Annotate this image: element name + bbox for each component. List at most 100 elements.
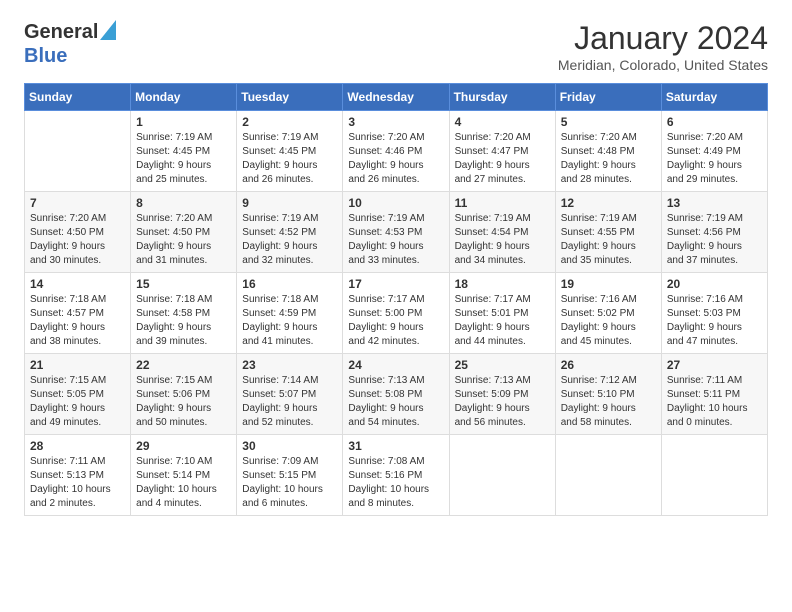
day-number: 2: [242, 115, 337, 129]
day-info: Sunrise: 7:13 AM Sunset: 5:09 PM Dayligh…: [455, 374, 550, 430]
day-info: Sunrise: 7:19 AM Sunset: 4:53 PM Dayligh…: [348, 212, 443, 268]
calendar-cell: 3 Sunrise: 7:20 AM Sunset: 4:46 PM Daylig…: [343, 111, 449, 192]
calendar-cell: [555, 435, 661, 516]
calendar-cell: 7 Sunrise: 7:20 AM Sunset: 4:50 PM Daylig…: [25, 192, 131, 273]
day-number: 17: [348, 277, 443, 291]
day-number: 11: [455, 196, 550, 210]
day-info: Sunrise: 7:11 AM Sunset: 5:11 PM Dayligh…: [667, 374, 762, 430]
day-info: Sunrise: 7:19 AM Sunset: 4:54 PM Dayligh…: [455, 212, 550, 268]
day-number: 9: [242, 196, 337, 210]
title-area: January 2024 Meridian, Colorado, United …: [558, 20, 768, 73]
calendar-cell: 14 Sunrise: 7:18 AM Sunset: 4:57 PM Dayli…: [25, 273, 131, 354]
day-info: Sunrise: 7:19 AM Sunset: 4:45 PM Dayligh…: [242, 131, 337, 187]
day-info: Sunrise: 7:20 AM Sunset: 4:47 PM Dayligh…: [455, 131, 550, 187]
day-info: Sunrise: 7:20 AM Sunset: 4:46 PM Dayligh…: [348, 131, 443, 187]
day-info: Sunrise: 7:17 AM Sunset: 5:00 PM Dayligh…: [348, 293, 443, 349]
day-info: Sunrise: 7:18 AM Sunset: 4:58 PM Dayligh…: [136, 293, 231, 349]
col-saturday: Saturday: [661, 84, 767, 111]
day-number: 19: [561, 277, 656, 291]
calendar-cell: 28 Sunrise: 7:11 AM Sunset: 5:13 PM Dayli…: [25, 435, 131, 516]
table-row: 1Sunrise: 7:19 AM Sunset: 4:45 PM Daylig…: [25, 111, 768, 192]
header-row: Sunday Monday Tuesday Wednesday Thursday…: [25, 84, 768, 111]
day-number: 14: [30, 277, 125, 291]
day-number: 3: [348, 115, 443, 129]
table-row: 14 Sunrise: 7:18 AM Sunset: 4:57 PM Dayli…: [25, 273, 768, 354]
day-info: Sunrise: 7:08 AM Sunset: 5:16 PM Dayligh…: [348, 455, 443, 511]
day-info: Sunrise: 7:16 AM Sunset: 5:03 PM Dayligh…: [667, 293, 762, 349]
day-number: 4: [455, 115, 550, 129]
day-info: Sunrise: 7:18 AM Sunset: 4:59 PM Dayligh…: [242, 293, 337, 349]
day-number: 24: [348, 358, 443, 372]
calendar-cell: 10Sunrise: 7:19 AM Sunset: 4:53 PM Dayli…: [343, 192, 449, 273]
calendar-cell: [449, 435, 555, 516]
day-info: Sunrise: 7:13 AM Sunset: 5:08 PM Dayligh…: [348, 374, 443, 430]
day-number: 26: [561, 358, 656, 372]
day-info: Sunrise: 7:20 AM Sunset: 4:50 PM Dayligh…: [30, 212, 125, 268]
calendar-cell: 2 Sunrise: 7:19 AM Sunset: 4:45 PM Daylig…: [237, 111, 343, 192]
day-number: 28: [30, 439, 125, 453]
day-number: 6: [667, 115, 762, 129]
day-info: Sunrise: 7:16 AM Sunset: 5:02 PM Dayligh…: [561, 293, 656, 349]
calendar-table: Sunday Monday Tuesday Wednesday Thursday…: [24, 83, 768, 516]
day-number: 22: [136, 358, 231, 372]
day-info: Sunrise: 7:09 AM Sunset: 5:15 PM Dayligh…: [242, 455, 337, 511]
day-number: 27: [667, 358, 762, 372]
day-info: Sunrise: 7:12 AM Sunset: 5:10 PM Dayligh…: [561, 374, 656, 430]
calendar-cell: 25 Sunrise: 7:13 AM Sunset: 5:09 PM Dayli…: [449, 354, 555, 435]
calendar-cell: 12Sunrise: 7:19 AM Sunset: 4:55 PM Dayli…: [555, 192, 661, 273]
calendar-cell: 18 Sunrise: 7:17 AM Sunset: 5:01 PM Dayli…: [449, 273, 555, 354]
day-info: Sunrise: 7:19 AM Sunset: 4:52 PM Dayligh…: [242, 212, 337, 268]
day-info: Sunrise: 7:15 AM Sunset: 5:05 PM Dayligh…: [30, 374, 125, 430]
calendar-cell: 9 Sunrise: 7:19 AM Sunset: 4:52 PM Daylig…: [237, 192, 343, 273]
day-info: Sunrise: 7:15 AM Sunset: 5:06 PM Dayligh…: [136, 374, 231, 430]
day-number: 16: [242, 277, 337, 291]
calendar-cell: 22 Sunrise: 7:15 AM Sunset: 5:06 PM Dayli…: [131, 354, 237, 435]
calendar-cell: 31Sunrise: 7:08 AM Sunset: 5:16 PM Dayli…: [343, 435, 449, 516]
calendar-cell: 13 Sunrise: 7:19 AM Sunset: 4:56 PM Dayli…: [661, 192, 767, 273]
day-number: 13: [667, 196, 762, 210]
day-info: Sunrise: 7:17 AM Sunset: 5:01 PM Dayligh…: [455, 293, 550, 349]
day-info: Sunrise: 7:14 AM Sunset: 5:07 PM Dayligh…: [242, 374, 337, 430]
day-info: Sunrise: 7:20 AM Sunset: 4:49 PM Dayligh…: [667, 131, 762, 187]
day-number: 23: [242, 358, 337, 372]
calendar-cell: 26 Sunrise: 7:12 AM Sunset: 5:10 PM Dayli…: [555, 354, 661, 435]
table-row: 28 Sunrise: 7:11 AM Sunset: 5:13 PM Dayli…: [25, 435, 768, 516]
col-sunday: Sunday: [25, 84, 131, 111]
calendar-cell: 21 Sunrise: 7:15 AM Sunset: 5:05 PM Dayli…: [25, 354, 131, 435]
calendar-cell: [25, 111, 131, 192]
day-number: 7: [30, 196, 125, 210]
calendar-cell: 29 Sunrise: 7:10 AM Sunset: 5:14 PM Dayli…: [131, 435, 237, 516]
calendar-cell: 30Sunrise: 7:09 AM Sunset: 5:15 PM Dayli…: [237, 435, 343, 516]
calendar-cell: 8 Sunrise: 7:20 AM Sunset: 4:50 PM Daylig…: [131, 192, 237, 273]
calendar-cell: 16 Sunrise: 7:18 AM Sunset: 4:59 PM Dayli…: [237, 273, 343, 354]
day-info: Sunrise: 7:20 AM Sunset: 4:48 PM Dayligh…: [561, 131, 656, 187]
calendar-cell: 5Sunrise: 7:20 AM Sunset: 4:48 PM Daylig…: [555, 111, 661, 192]
col-wednesday: Wednesday: [343, 84, 449, 111]
calendar-cell: 11 Sunrise: 7:19 AM Sunset: 4:54 PM Dayli…: [449, 192, 555, 273]
calendar-cell: 19 Sunrise: 7:16 AM Sunset: 5:02 PM Dayli…: [555, 273, 661, 354]
day-number: 18: [455, 277, 550, 291]
col-tuesday: Tuesday: [237, 84, 343, 111]
calendar-cell: 1Sunrise: 7:19 AM Sunset: 4:45 PM Daylig…: [131, 111, 237, 192]
day-info: Sunrise: 7:11 AM Sunset: 5:13 PM Dayligh…: [30, 455, 125, 511]
header: General Blue January 2024 Meridian, Colo…: [24, 20, 768, 73]
day-info: Sunrise: 7:18 AM Sunset: 4:57 PM Dayligh…: [30, 293, 125, 349]
calendar-cell: 23 Sunrise: 7:14 AM Sunset: 5:07 PM Dayli…: [237, 354, 343, 435]
day-number: 25: [455, 358, 550, 372]
logo-general: General: [24, 21, 98, 44]
day-number: 8: [136, 196, 231, 210]
col-monday: Monday: [131, 84, 237, 111]
table-row: 21 Sunrise: 7:15 AM Sunset: 5:05 PM Dayli…: [25, 354, 768, 435]
day-info: Sunrise: 7:10 AM Sunset: 5:14 PM Dayligh…: [136, 455, 231, 511]
day-number: 29: [136, 439, 231, 453]
day-number: 21: [30, 358, 125, 372]
logo-triangle-icon: [100, 20, 116, 45]
col-thursday: Thursday: [449, 84, 555, 111]
day-info: Sunrise: 7:20 AM Sunset: 4:50 PM Dayligh…: [136, 212, 231, 268]
day-number: 15: [136, 277, 231, 291]
day-info: Sunrise: 7:19 AM Sunset: 4:55 PM Dayligh…: [561, 212, 656, 268]
day-info: Sunrise: 7:19 AM Sunset: 4:56 PM Dayligh…: [667, 212, 762, 268]
day-info: Sunrise: 7:19 AM Sunset: 4:45 PM Dayligh…: [136, 131, 231, 187]
calendar-cell: 20Sunrise: 7:16 AM Sunset: 5:03 PM Dayli…: [661, 273, 767, 354]
calendar-cell: 24 Sunrise: 7:13 AM Sunset: 5:08 PM Dayli…: [343, 354, 449, 435]
